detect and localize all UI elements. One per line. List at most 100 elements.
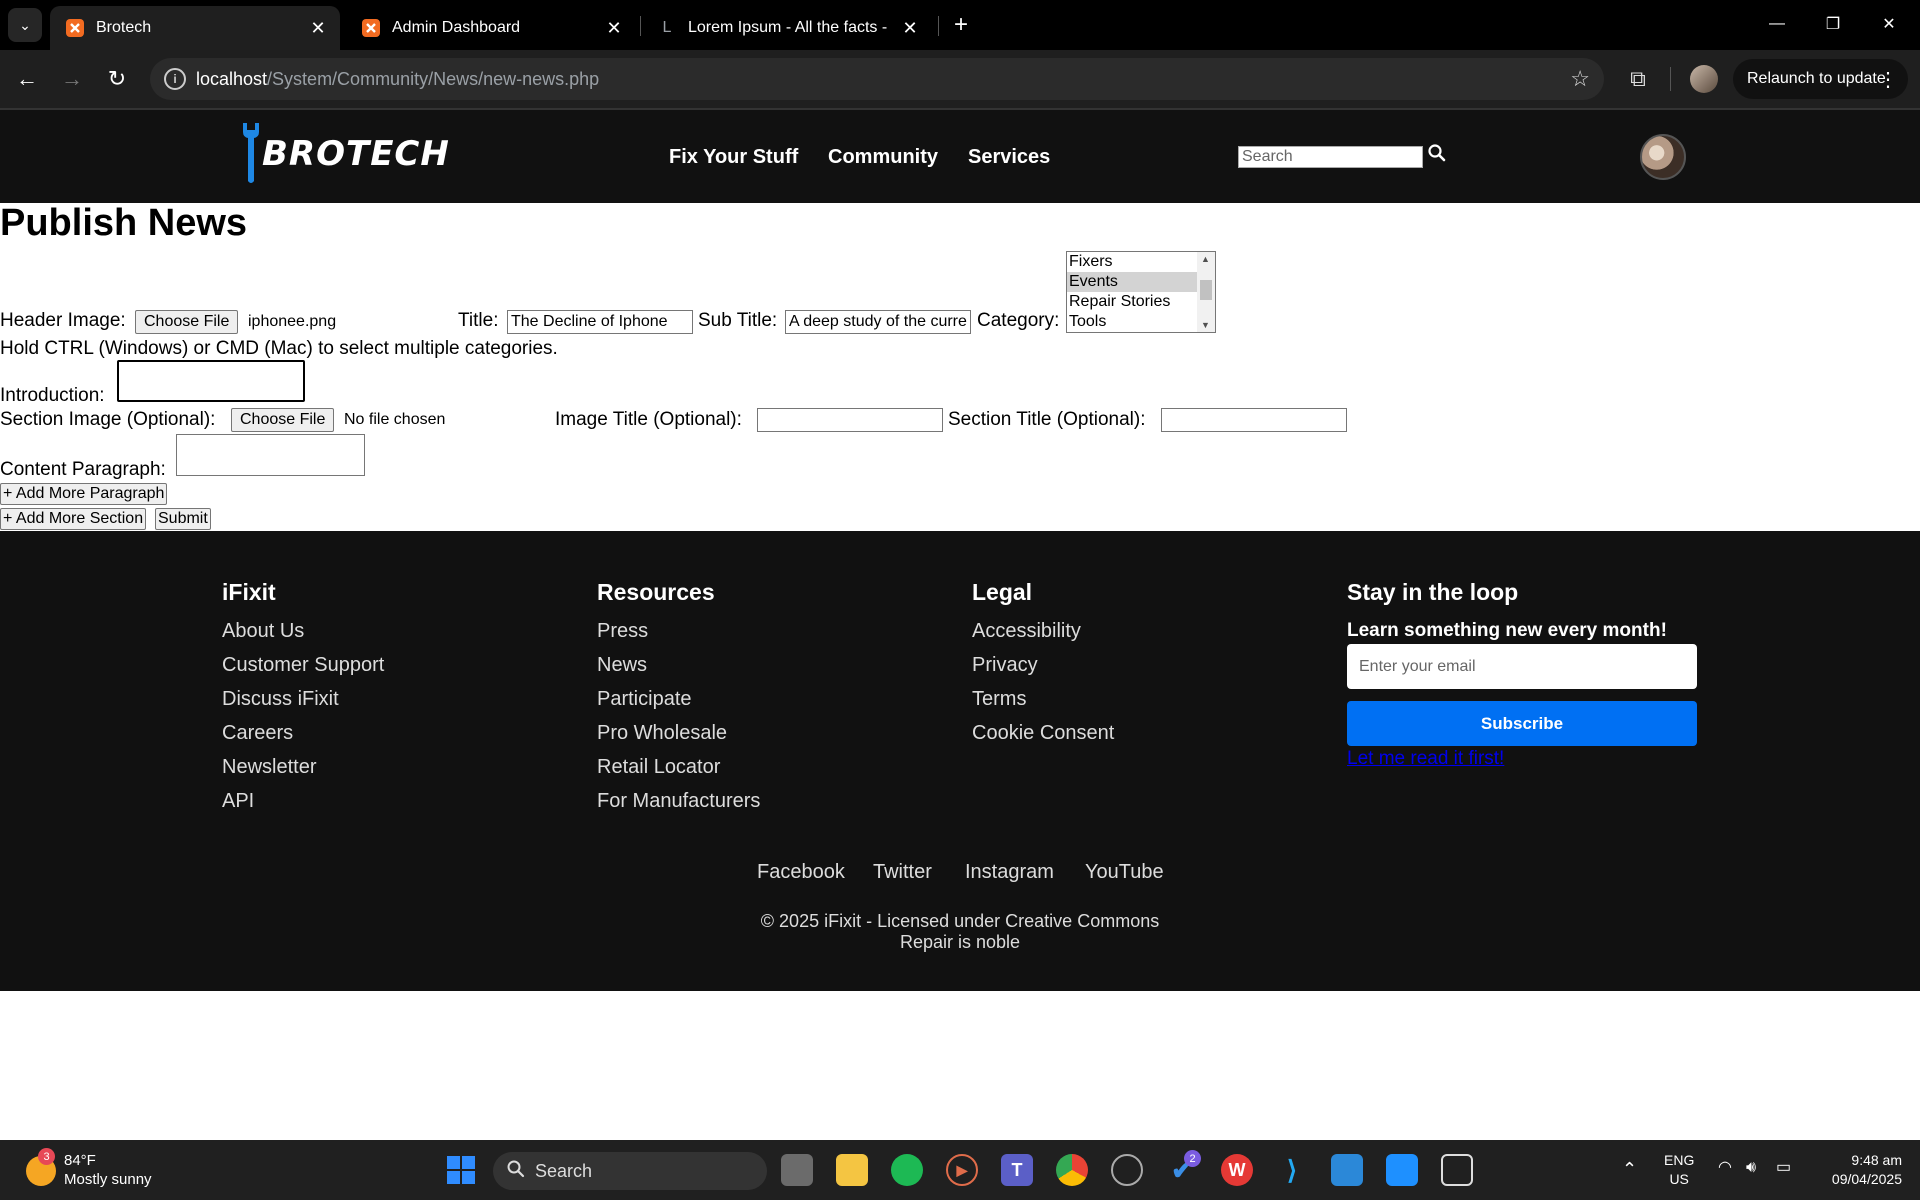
- clock[interactable]: 9:48 am 09/04/2025: [1816, 1151, 1902, 1189]
- back-button[interactable]: ←: [11, 63, 43, 95]
- footer-newsletter: Stay in the loop Learn something new eve…: [1347, 579, 1697, 770]
- category-option-tools[interactable]: Tools: [1067, 312, 1197, 332]
- notepad-icon[interactable]: [1331, 1154, 1363, 1186]
- subscribe-button[interactable]: Subscribe: [1347, 701, 1697, 746]
- footer-link[interactable]: Careers: [222, 716, 384, 750]
- read-first-link[interactable]: Let me read it first!: [1347, 748, 1697, 770]
- tab-admin-dashboard[interactable]: Admin Dashboard ✕: [346, 6, 636, 50]
- scroll-up-icon[interactable]: ▲: [1201, 254, 1210, 264]
- close-window-button[interactable]: ✕: [1867, 8, 1911, 40]
- add-paragraph-button[interactable]: + Add More Paragraph: [0, 483, 168, 505]
- section-image-label: Section Image (Optional):: [0, 409, 216, 430]
- social-link-facebook[interactable]: Facebook: [757, 861, 845, 884]
- media-player-icon[interactable]: ▶: [946, 1154, 978, 1186]
- language-indicator[interactable]: ENG US: [1664, 1151, 1694, 1189]
- footer-link[interactable]: Terms: [972, 682, 1114, 716]
- wifi-icon[interactable]: ◠: [1718, 1158, 1732, 1177]
- site-search-input[interactable]: [1238, 146, 1423, 168]
- search-icon[interactable]: [1428, 144, 1446, 167]
- tab-search-button[interactable]: ⌄: [8, 8, 42, 42]
- footer-link[interactable]: Press: [597, 614, 760, 648]
- extensions-icon[interactable]: ⧉: [1622, 63, 1654, 95]
- windows-start-icon[interactable]: [445, 1154, 477, 1186]
- add-section-button[interactable]: + Add More Section: [0, 508, 147, 530]
- header-image-choose-file-button[interactable]: Choose File: [135, 310, 239, 334]
- category-listbox[interactable]: Fixers Events Repair Stories Tools ▲ ▼: [1066, 251, 1216, 333]
- browser-toolbar: ← → ↻ i localhost/System/Community/News/…: [0, 50, 1920, 108]
- snipping-tool-icon[interactable]: [1441, 1154, 1473, 1186]
- bookmark-star-icon[interactable]: ☆: [1570, 66, 1590, 92]
- section-image-choose-file-button[interactable]: Choose File: [231, 408, 335, 432]
- footer-link[interactable]: Newsletter: [222, 750, 384, 784]
- section-title-input[interactable]: [1161, 408, 1347, 432]
- footer-link[interactable]: Retail Locator: [597, 750, 760, 784]
- paint-icon[interactable]: [1386, 1154, 1418, 1186]
- footer-column-legal: Legal Accessibility Privacy Terms Cookie…: [972, 579, 1114, 750]
- tab-brotech[interactable]: Brotech ✕: [50, 6, 340, 50]
- file-explorer-icon[interactable]: [836, 1154, 868, 1186]
- image-title-input[interactable]: [757, 408, 943, 432]
- footer-link[interactable]: About Us: [222, 614, 384, 648]
- category-option-events[interactable]: Events: [1067, 272, 1197, 292]
- new-tab-button[interactable]: +: [948, 11, 974, 38]
- newsletter-email-input[interactable]: [1347, 644, 1697, 689]
- title-input[interactable]: [507, 310, 693, 334]
- more-menu-icon[interactable]: ⋮: [1878, 67, 1898, 92]
- close-tab-icon[interactable]: ✕: [306, 16, 330, 40]
- chrome-icon[interactable]: [1056, 1154, 1088, 1186]
- tab-lorem-ipsum[interactable]: L Lorem Ipsum - All the facts - Lip ✕: [642, 6, 932, 50]
- site-info-icon[interactable]: i: [164, 68, 186, 90]
- scrollbar-thumb[interactable]: [1200, 280, 1212, 300]
- scroll-down-icon[interactable]: ▼: [1201, 320, 1210, 330]
- footer-link[interactable]: Discuss iFixit: [222, 682, 384, 716]
- weather-widget[interactable]: 84°F Mostly sunny: [64, 1151, 152, 1189]
- user-avatar[interactable]: [1640, 134, 1686, 180]
- submit-button[interactable]: Submit: [155, 508, 211, 530]
- category-option-fixers[interactable]: Fixers: [1067, 252, 1197, 272]
- footer-link[interactable]: Privacy: [972, 648, 1114, 682]
- brotech-logo[interactable]: BROTECH: [240, 122, 450, 186]
- footer-copyright: © 2025 iFixit - Licensed under Creative …: [0, 911, 1920, 953]
- profile-avatar[interactable]: [1690, 65, 1718, 93]
- volume-icon[interactable]: 🔊︎: [1746, 1158, 1756, 1177]
- close-tab-icon[interactable]: ✕: [602, 16, 626, 40]
- nav-services[interactable]: Services: [968, 146, 1050, 169]
- wps-office-icon[interactable]: W: [1221, 1154, 1253, 1186]
- social-link-youtube[interactable]: YouTube: [1085, 861, 1164, 884]
- nav-community[interactable]: Community: [828, 146, 938, 169]
- site-footer: iFixit About Us Customer Support Discuss…: [0, 531, 1920, 991]
- footer-link[interactable]: API: [222, 784, 384, 818]
- close-tab-icon[interactable]: ✕: [898, 16, 922, 40]
- listbox-scrollbar[interactable]: ▲ ▼: [1197, 252, 1215, 332]
- footer-link[interactable]: Customer Support: [222, 648, 384, 682]
- social-link-instagram[interactable]: Instagram: [965, 861, 1054, 884]
- nav-fix-your-stuff[interactable]: Fix Your Stuff: [669, 146, 798, 169]
- relaunch-button[interactable]: Relaunch to update ⋮: [1733, 59, 1908, 99]
- category-option-repair-stories[interactable]: Repair Stories: [1067, 292, 1197, 312]
- social-link-twitter[interactable]: Twitter: [873, 861, 932, 884]
- footer-link[interactable]: Participate: [597, 682, 760, 716]
- footer-link[interactable]: Accessibility: [972, 614, 1114, 648]
- task-view-icon[interactable]: [781, 1154, 813, 1186]
- spotify-icon[interactable]: [891, 1154, 923, 1186]
- chevron-up-icon[interactable]: ⌃: [1622, 1160, 1637, 1179]
- battery-icon[interactable]: ▭: [1776, 1158, 1791, 1177]
- teams-icon[interactable]: T: [1001, 1154, 1033, 1186]
- url-text[interactable]: localhost/System/Community/News/new-news…: [196, 69, 599, 90]
- footer-link[interactable]: Cookie Consent: [972, 716, 1114, 750]
- reload-button[interactable]: ↻: [101, 63, 133, 95]
- minimize-button[interactable]: —: [1755, 8, 1799, 40]
- github-desktop-icon[interactable]: [1111, 1154, 1143, 1186]
- vscode-icon[interactable]: ⟩: [1276, 1154, 1308, 1186]
- restore-button[interactable]: ❐: [1811, 8, 1855, 40]
- forward-button[interactable]: →: [56, 63, 88, 95]
- footer-column-resources: Resources Press News Participate Pro Who…: [597, 579, 760, 818]
- introduction-textarea[interactable]: [117, 360, 305, 402]
- subtitle-input[interactable]: [785, 310, 971, 334]
- footer-link[interactable]: News: [597, 648, 760, 682]
- content-paragraph-textarea[interactable]: [176, 434, 365, 476]
- taskbar-search[interactable]: Search: [493, 1152, 767, 1190]
- footer-link[interactable]: For Manufacturers: [597, 784, 760, 818]
- footer-link[interactable]: Pro Wholesale: [597, 716, 760, 750]
- address-bar[interactable]: i localhost/System/Community/News/new-ne…: [150, 58, 1604, 100]
